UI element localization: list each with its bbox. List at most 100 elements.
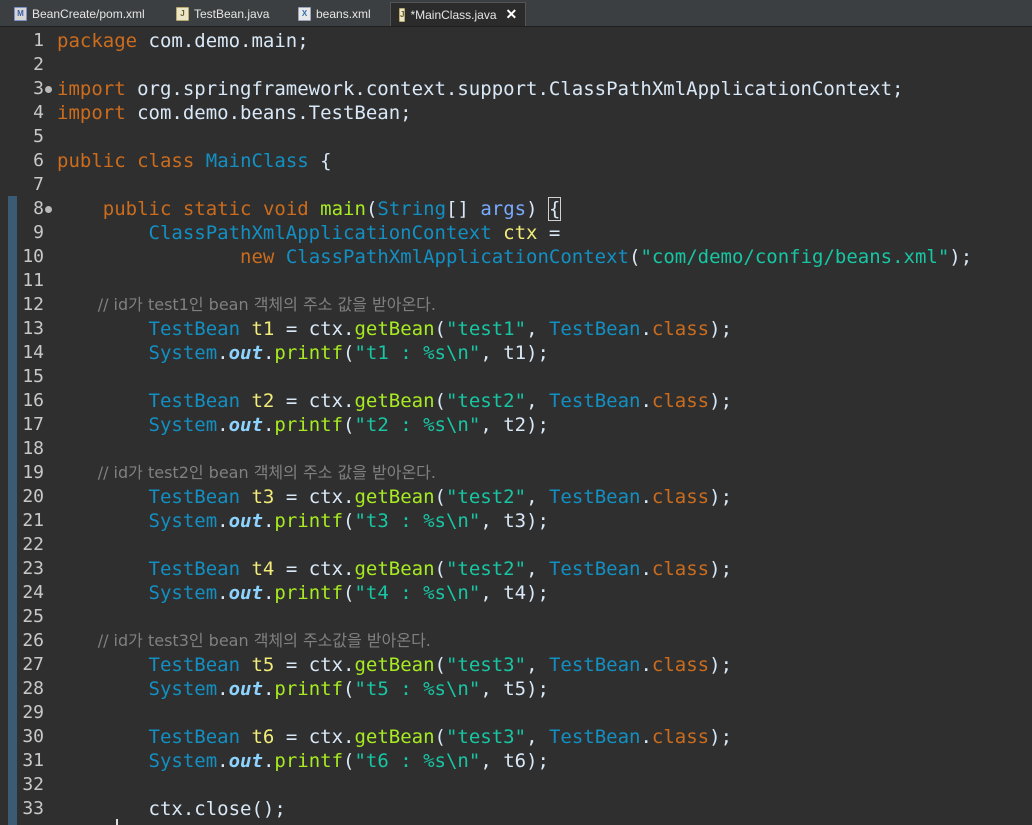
code-line[interactable]: 25	[0, 605, 1032, 629]
matching-brace: {	[547, 197, 562, 221]
code-line[interactable]: 2	[0, 53, 1032, 77]
code-line[interactable]: 29	[0, 701, 1032, 725]
line-number: 8	[33, 198, 44, 219]
fold-toggle-icon[interactable]	[45, 86, 52, 93]
line-number: 20	[22, 486, 44, 507]
line-number: 14	[22, 342, 44, 363]
line-number: 32	[22, 774, 44, 795]
line-number: 21	[22, 510, 44, 531]
line-number: 30	[22, 726, 44, 747]
printf-statement: System.out.printf("t1 : %s\n", t1);	[148, 342, 549, 364]
code-line-10: new ClassPathXmlApplicationContext("com/…	[240, 246, 973, 268]
code-line[interactable]: 22	[0, 533, 1032, 557]
java-file-icon: J	[399, 7, 406, 22]
code-line-8: public static void main(String[] args) {	[102, 197, 562, 221]
code-comment: // id가 test1인 bean 객체의 주소 값을 받아온다.	[97, 295, 436, 314]
line-number: 6	[33, 150, 44, 171]
line-number: 27	[22, 654, 44, 675]
code-line[interactable]: 1 package com.demo.main;	[0, 29, 1032, 53]
line-number: 12	[22, 294, 44, 315]
tab-testbean-java[interactable]: J TestBean.java	[168, 2, 277, 26]
code-line-6: public class MainClass {	[57, 150, 332, 172]
editor-tab-bar: M BeanCreate/pom.xml J TestBean.java X b…	[0, 0, 1032, 27]
line-number: 22	[22, 534, 44, 555]
code-line[interactable]: 6 public class MainClass {	[0, 149, 1032, 173]
code-line[interactable]: 31 System.out.printf("t6 : %s\n", t6);	[0, 749, 1032, 773]
code-line[interactable]: 24 System.out.printf("t4 : %s\n", t4);	[0, 581, 1032, 605]
code-line[interactable]: 8 public static void main(String[] args)…	[0, 197, 1032, 221]
code-line[interactable]: 11	[0, 269, 1032, 293]
fold-toggle-icon[interactable]	[45, 206, 52, 213]
line-number: 1	[33, 30, 44, 51]
tab-label: beans.xml	[316, 7, 371, 21]
code-editor[interactable]: 1 package com.demo.main; 2 3 import org.spri…	[0, 28, 1032, 825]
code-line[interactable]: 28 System.out.printf("t5 : %s\n", t5);	[0, 677, 1032, 701]
code-line[interactable]: 12 // id가 test1인 bean 객체의 주소 값을 받아온다.	[0, 293, 1032, 317]
line-number: 7	[33, 174, 44, 195]
getbean-statement: TestBean t2 = ctx.getBean("test2", TestB…	[148, 390, 733, 412]
text-cursor	[116, 819, 118, 825]
line-number: 25	[22, 606, 44, 627]
tab-pom-xml[interactable]: M BeanCreate/pom.xml	[6, 2, 153, 26]
code-line[interactable]: 18	[0, 437, 1032, 461]
printf-statement: System.out.printf("t3 : %s\n", t3);	[148, 510, 549, 532]
code-line-9: ClassPathXmlApplicationContext ctx =	[148, 222, 561, 244]
code-line-3: import org.springframework.context.suppo…	[57, 78, 904, 100]
tab-label: *MainClass.java	[410, 7, 497, 22]
line-number: 2	[33, 54, 44, 75]
code-line-4: import com.demo.beans.TestBean;	[57, 102, 412, 124]
line-number: 19	[22, 462, 44, 483]
code-line[interactable]: 15	[0, 365, 1032, 389]
code-line-33: ctx.close();	[148, 798, 286, 820]
code-line[interactable]: 5	[0, 125, 1032, 149]
line-number: 13	[22, 318, 44, 339]
line-number: 28	[22, 678, 44, 699]
code-line-1: package com.demo.main;	[57, 30, 309, 52]
code-line[interactable]: 14 System.out.printf("t1 : %s\n", t1);	[0, 341, 1032, 365]
line-number: 18	[22, 438, 44, 459]
java-file-icon: J	[176, 7, 189, 21]
code-line[interactable]: 30 TestBean t6 = ctx.getBean("test3", Te…	[0, 725, 1032, 749]
code-line[interactable]: 4 import com.demo.beans.TestBean;	[0, 101, 1032, 125]
getbean-statement: TestBean t6 = ctx.getBean("test3", TestB…	[148, 726, 733, 748]
line-number: 15	[22, 366, 44, 387]
code-line[interactable]: 33 ctx.close();	[0, 797, 1032, 821]
code-line[interactable]: 19 // id가 test2인 bean 객체의 주소 값을 받아온다.	[0, 461, 1032, 485]
line-number: 4	[33, 102, 44, 123]
tab-beans-xml[interactable]: X beans.xml	[290, 2, 379, 26]
code-line[interactable]: 7	[0, 173, 1032, 197]
code-line[interactable]: 21 System.out.printf("t3 : %s\n", t3);	[0, 509, 1032, 533]
code-line[interactable]: 20 TestBean t3 = ctx.getBean("test2", Te…	[0, 485, 1032, 509]
code-line[interactable]: 32	[0, 773, 1032, 797]
printf-statement: System.out.printf("t2 : %s\n", t2);	[148, 414, 549, 436]
line-number: 26	[22, 630, 44, 651]
code-comment: // id가 test3인 bean 객체의 주소값을 받아온다.	[97, 631, 431, 650]
getbean-statement: TestBean t5 = ctx.getBean("test3", TestB…	[148, 654, 733, 676]
code-line[interactable]: 16 TestBean t2 = ctx.getBean("test2", Te…	[0, 389, 1032, 413]
line-number: 3	[33, 78, 44, 99]
printf-statement: System.out.printf("t5 : %s\n", t5);	[148, 678, 549, 700]
getbean-statement: TestBean t3 = ctx.getBean("test2", TestB…	[148, 486, 733, 508]
tab-label: TestBean.java	[194, 7, 270, 21]
code-line[interactable]: 23 TestBean t4 = ctx.getBean("test2", Te…	[0, 557, 1032, 581]
line-number: 16	[22, 390, 44, 411]
getbean-statement: TestBean t4 = ctx.getBean("test2", TestB…	[148, 558, 733, 580]
code-line[interactable]: 9 ClassPathXmlApplicationContext ctx =	[0, 221, 1032, 245]
line-number: 31	[22, 750, 44, 771]
line-number: 29	[22, 702, 44, 723]
code-line[interactable]: 26 // id가 test3인 bean 객체의 주소값을 받아온다.	[0, 629, 1032, 653]
close-icon[interactable]: ✕	[506, 6, 518, 23]
xml-file-icon: X	[298, 7, 311, 21]
code-line[interactable]: 17 System.out.printf("t2 : %s\n", t2);	[0, 413, 1032, 437]
printf-statement: System.out.printf("t6 : %s\n", t6);	[148, 750, 549, 772]
line-number: 17	[22, 414, 44, 435]
tab-mainclass-java[interactable]: J *MainClass.java ✕	[390, 2, 526, 26]
code-line[interactable]: 10 new ClassPathXmlApplicationContext("c…	[0, 245, 1032, 269]
code-line[interactable]: 3 import org.springframework.context.supp…	[0, 77, 1032, 101]
tab-label: BeanCreate/pom.xml	[32, 7, 145, 21]
code-comment: // id가 test2인 bean 객체의 주소 값을 받아온다.	[97, 463, 436, 482]
code-line[interactable]: 13 TestBean t1 = ctx.getBean("test1", Te…	[0, 317, 1032, 341]
line-number: 11	[22, 270, 44, 291]
code-line[interactable]: 27 TestBean t5 = ctx.getBean("test3", Te…	[0, 653, 1032, 677]
line-number: 10	[22, 246, 44, 267]
